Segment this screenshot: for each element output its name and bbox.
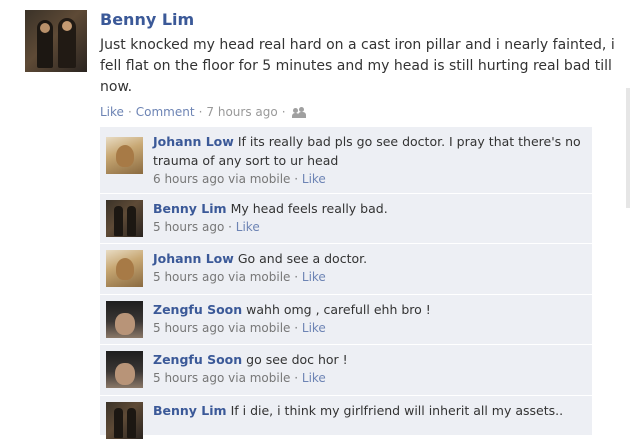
comment-text: My head feels really bad. bbox=[230, 201, 388, 216]
commenter-avatar[interactable] bbox=[106, 301, 143, 338]
comment-timestamp[interactable]: 5 hours ago via mobile bbox=[153, 371, 290, 385]
comment-author[interactable]: Benny Lim bbox=[153, 403, 227, 418]
comment-text: go see doc hor ! bbox=[246, 352, 348, 367]
comment-item: Zengfu Soon wahh omg , carefull ehh bro … bbox=[100, 295, 592, 345]
comment-list: Johann Low If its really bad pls go see … bbox=[100, 127, 592, 439]
comment-author[interactable]: Benny Lim bbox=[153, 201, 227, 216]
comment-like-link[interactable]: Like bbox=[236, 220, 260, 234]
post-author-name[interactable]: Benny Lim bbox=[100, 10, 194, 29]
separator-dot: · bbox=[281, 105, 286, 119]
comment-text: Go and see a doctor. bbox=[237, 251, 368, 266]
comment-text: wahh omg , carefull ehh bro ! bbox=[246, 302, 431, 317]
avatar-face bbox=[40, 23, 50, 33]
avatar-face bbox=[62, 21, 72, 31]
comment-author[interactable]: Zengfu Soon bbox=[153, 352, 242, 367]
commenter-avatar[interactable] bbox=[106, 402, 143, 439]
commenter-avatar[interactable] bbox=[106, 250, 143, 287]
commenter-avatar[interactable] bbox=[106, 200, 143, 237]
separator-dot: · bbox=[127, 105, 132, 119]
post-comment-link[interactable]: Comment bbox=[136, 105, 195, 119]
comment-text: If i die, i think my girlfriend will inh… bbox=[230, 403, 564, 418]
comment-timestamp[interactable]: 5 hours ago bbox=[153, 220, 224, 234]
comment-author[interactable]: Johann Low bbox=[153, 251, 234, 266]
comment-item: Zengfu Soon go see doc hor ! 5 hours ago… bbox=[100, 345, 592, 396]
post-actions: Like · Comment · 7 hours ago · bbox=[100, 105, 306, 119]
comment-like-link[interactable]: Like bbox=[302, 321, 326, 335]
comment-timestamp[interactable]: 5 hours ago via mobile bbox=[153, 321, 290, 335]
friends-icon[interactable] bbox=[291, 106, 306, 119]
comment-item: Benny Lim If i die, i think my girlfrien… bbox=[100, 396, 592, 439]
comment-like-link[interactable]: Like bbox=[302, 371, 326, 385]
comment-like-link[interactable]: Like bbox=[302, 270, 326, 284]
post-author-avatar[interactable] bbox=[25, 10, 87, 72]
comment-like-link[interactable]: Like bbox=[302, 172, 326, 186]
comment-item: Johann Low Go and see a doctor. 5 hours … bbox=[100, 244, 592, 295]
comment-timestamp[interactable]: 5 hours ago via mobile bbox=[153, 270, 290, 284]
separator-dot: · bbox=[198, 105, 203, 119]
comment-author[interactable]: Johann Low bbox=[153, 134, 234, 149]
post-text: Just knocked my head real hard on a cast… bbox=[100, 37, 615, 95]
commenter-avatar[interactable] bbox=[106, 351, 143, 388]
scrollbar-edge[interactable] bbox=[626, 88, 630, 208]
commenter-avatar[interactable] bbox=[106, 137, 143, 174]
post-timestamp[interactable]: 7 hours ago bbox=[206, 105, 277, 119]
comment-timestamp[interactable]: 6 hours ago via mobile bbox=[153, 172, 290, 186]
comment-item: Benny Lim My head feels really bad. 5 ho… bbox=[100, 194, 592, 244]
comment-item: Johann Low If its really bad pls go see … bbox=[100, 127, 592, 194]
comment-author[interactable]: Zengfu Soon bbox=[153, 302, 242, 317]
post-like-link[interactable]: Like bbox=[100, 105, 124, 119]
